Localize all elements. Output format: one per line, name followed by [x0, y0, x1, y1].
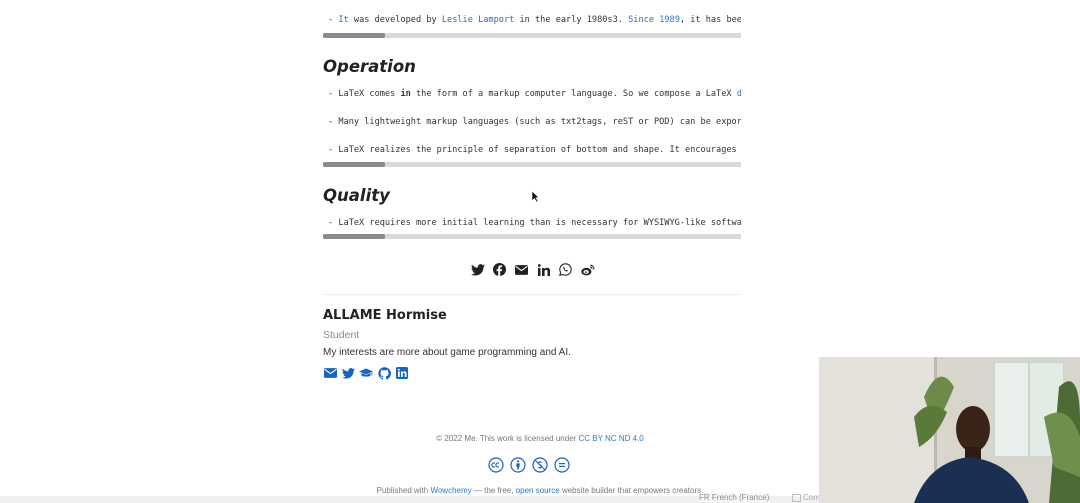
section-heading-quality: Quality: [323, 186, 390, 205]
code-text: , it has bee: [679, 15, 741, 25]
weibo-icon[interactable]: [580, 262, 595, 277]
share-bar: [470, 262, 595, 277]
envelope-icon[interactable]: [323, 366, 337, 380]
taskbar-item-label: Com: [803, 493, 820, 502]
open-source-link[interactable]: open source: [516, 486, 560, 495]
author-role: Student: [323, 329, 360, 341]
cc-license-icons: [488, 457, 570, 473]
scrollbar-thumb[interactable]: [323, 162, 385, 167]
graduation-cap-icon[interactable]: [359, 366, 373, 380]
copyright-text: © 2022 Me. This work is licensed under: [436, 434, 579, 443]
published-text: — the free,: [471, 486, 516, 495]
author-name[interactable]: ALLAME Hormise: [323, 308, 447, 323]
code-text: - LaTeX comes: [328, 89, 401, 99]
cc-by-icon[interactable]: [510, 457, 526, 473]
code-text: in the early 1980s3.: [514, 15, 629, 25]
code-keyword: in: [400, 89, 411, 99]
quality-code-block: - LaTeX requires more initial learning t…: [323, 213, 741, 243]
code-keyword: It: [338, 15, 349, 25]
code-link[interactable]: dc: [737, 89, 741, 99]
webcam-overlay: [819, 357, 1080, 503]
chat-icon: [792, 493, 801, 502]
taskbar-item[interactable]: Com: [792, 493, 820, 502]
envelope-icon[interactable]: [514, 262, 529, 277]
facebook-icon[interactable]: [492, 262, 507, 277]
author-bio: My interests are more about game program…: [323, 347, 571, 358]
scrollbar-thumb[interactable]: [323, 33, 385, 38]
code-text: -: [328, 15, 339, 25]
github-icon[interactable]: [377, 366, 391, 380]
code-text: was developed by: [348, 15, 442, 25]
whatsapp-icon[interactable]: [558, 262, 573, 277]
operation-line-1: - LaTeX comes in the form of a markup co…: [328, 89, 741, 99]
intro-code-line: - It was developed by Leslie Lamport in …: [328, 15, 741, 25]
webcam-feed-image: [819, 357, 1080, 503]
code-keyword: Leslie Lamport: [441, 15, 515, 25]
code-scrollbar[interactable]: [323, 234, 741, 239]
linkedin-icon[interactable]: [395, 366, 409, 380]
license-link[interactable]: CC BY NC ND 4.0: [579, 434, 644, 443]
code-keyword: Since: [628, 15, 654, 25]
code-text: the form of a markup computer language. …: [410, 89, 737, 99]
published-text: Published with: [376, 486, 431, 495]
intro-code-block: - It was developed by Leslie Lamport in …: [323, 0, 741, 40]
section-heading-operation: Operation: [323, 57, 416, 76]
mouse-cursor-icon: [531, 190, 540, 203]
code-number: 1989: [659, 15, 680, 25]
linkedin-icon[interactable]: [536, 262, 551, 277]
published-text: website builder that empowers creators.: [559, 486, 704, 495]
code-scrollbar[interactable]: [323, 33, 741, 38]
operation-line-3: - LaTeX realizes the principle of separa…: [328, 145, 741, 155]
quality-line-1: - LaTeX requires more initial learning t…: [328, 218, 741, 228]
scrollbar-thumb[interactable]: [323, 234, 385, 239]
language-indicator[interactable]: FR French (France): [699, 493, 770, 502]
operation-code-block: - LaTeX comes in the form of a markup co…: [323, 84, 741, 170]
author-social-links: [323, 366, 409, 380]
twitter-icon[interactable]: [341, 366, 355, 380]
operation-line-2: - Many lightweight markup languages (suc…: [328, 117, 741, 127]
cc-icon[interactable]: [488, 457, 504, 473]
section-divider: [323, 294, 741, 295]
cc-nc-icon[interactable]: [532, 457, 548, 473]
cc-nd-icon[interactable]: [554, 457, 570, 473]
wowchemy-link[interactable]: Wowchemy: [430, 486, 471, 495]
twitter-icon[interactable]: [470, 262, 485, 277]
code-scrollbar[interactable]: [323, 162, 741, 167]
